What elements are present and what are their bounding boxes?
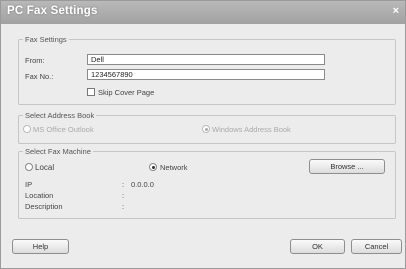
fax-settings-legend: Fax Settings (25, 35, 67, 44)
pc-fax-settings-dialog: PC Fax Settings × Fax Settings From: Fax… (0, 0, 406, 269)
local-label: Local (35, 163, 55, 172)
ms-outlook-radio[interactable] (23, 125, 31, 133)
browse-button[interactable]: Browse ... (309, 159, 385, 174)
description-colon: : (122, 202, 125, 211)
title-bar[interactable]: PC Fax Settings × (1, 1, 405, 24)
ip-colon: : (122, 180, 125, 189)
window-title: PC Fax Settings (7, 5, 98, 17)
close-icon[interactable]: × (393, 5, 399, 17)
network-label: Network (160, 163, 188, 172)
description-label: Description (25, 202, 63, 211)
from-field[interactable] (87, 54, 325, 65)
fax-machine-legend: Select Fax Machine (25, 147, 91, 156)
ip-value: 0.0.0.0 (131, 180, 154, 189)
help-button[interactable]: Help (12, 239, 69, 254)
windows-address-book-label: Windows Address Book (212, 125, 291, 134)
ok-button[interactable]: OK (290, 239, 345, 254)
from-label: From: (25, 56, 45, 65)
skip-cover-page-label[interactable]: Skip Cover Page (98, 88, 154, 97)
location-label: Location (25, 191, 54, 200)
local-radio[interactable] (25, 163, 33, 171)
windows-address-book-radio[interactable] (202, 125, 210, 133)
network-radio[interactable] (149, 163, 157, 171)
ms-outlook-label: MS Office Outlook (33, 125, 94, 134)
fax-no-label: Fax No.: (25, 72, 54, 81)
address-book-legend: Select Address Book (25, 111, 95, 120)
skip-cover-page-checkbox[interactable] (87, 88, 95, 96)
fax-machine-group: Select Fax Machine (18, 147, 396, 219)
cancel-button[interactable]: Cancel (351, 239, 402, 254)
fax-number-field[interactable] (87, 69, 325, 80)
location-colon: : (122, 191, 125, 200)
ip-label: IP (25, 180, 33, 189)
